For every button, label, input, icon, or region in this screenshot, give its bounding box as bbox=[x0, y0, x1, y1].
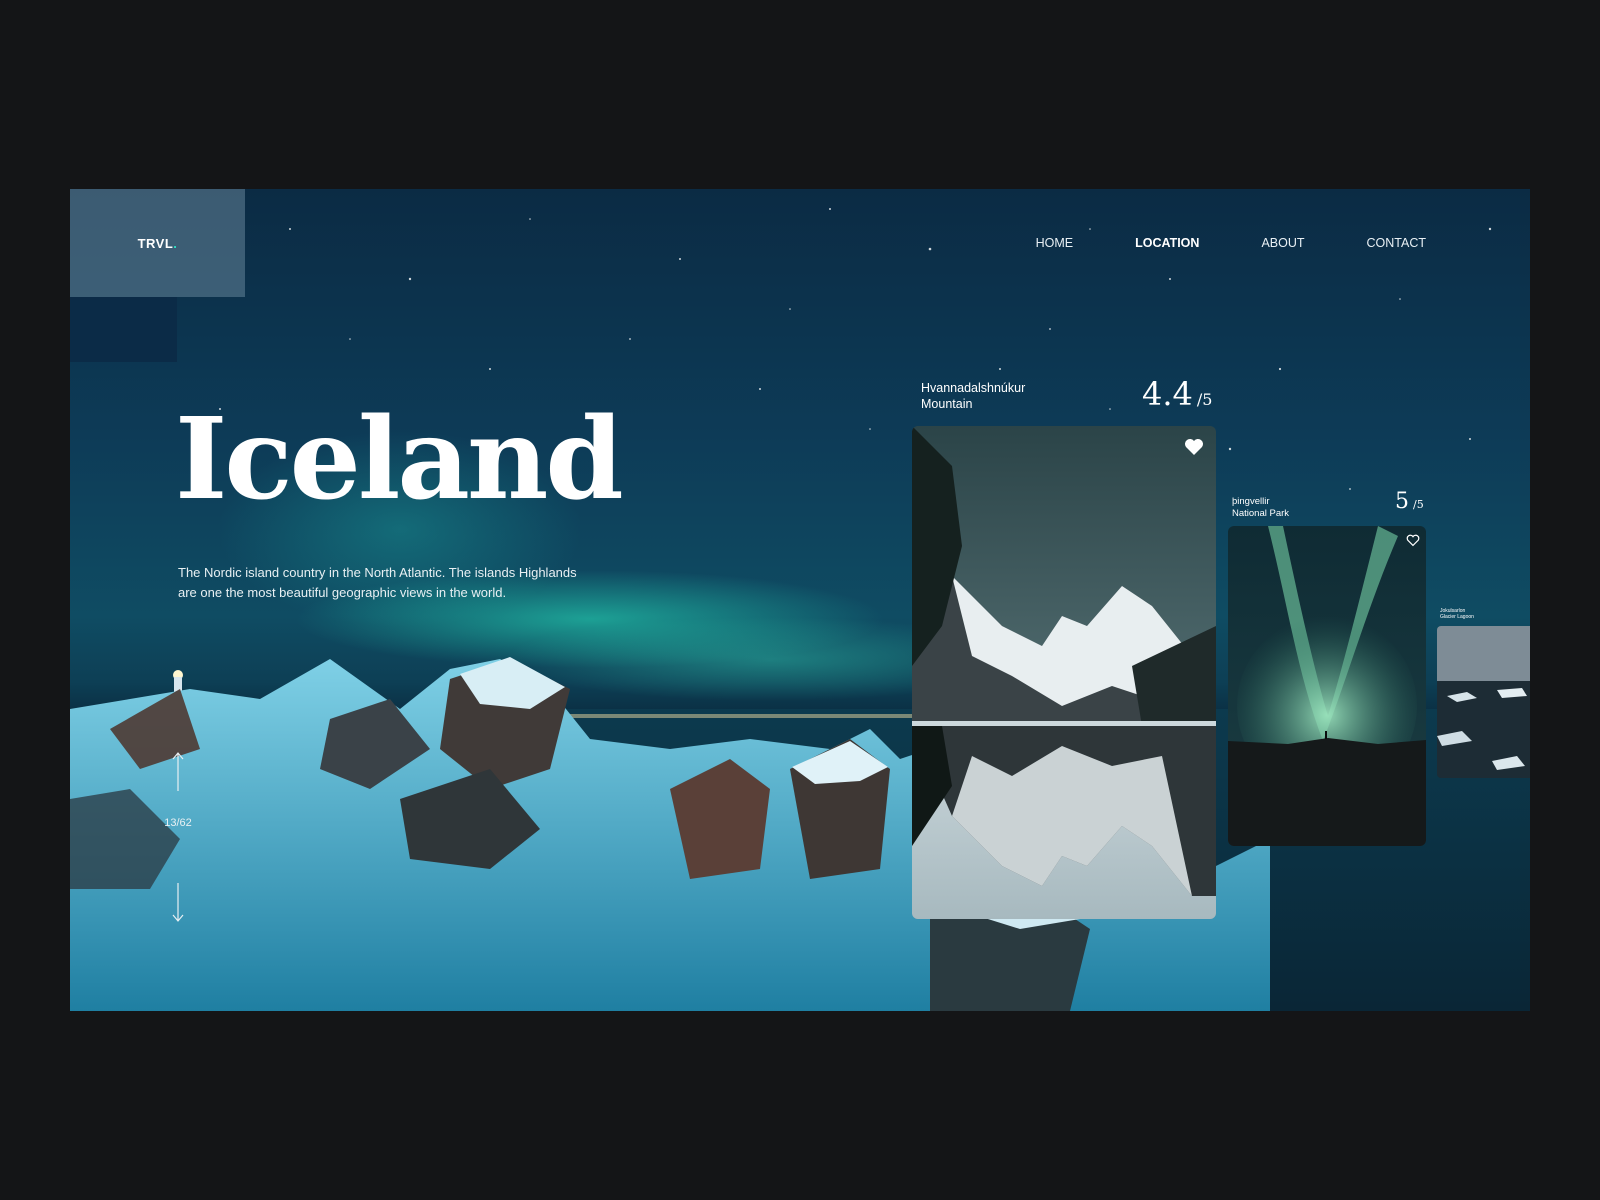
card-title-line2: Mountain bbox=[921, 396, 973, 411]
slide-counter: 13/62 bbox=[164, 817, 192, 829]
brand-logo-text: TRVL bbox=[137, 235, 174, 251]
heart-icon[interactable] bbox=[1406, 534, 1420, 547]
nav-item-home[interactable]: HOME bbox=[1036, 236, 1074, 250]
card-title: Hvannadalshnúkur Mountain bbox=[921, 381, 1025, 412]
mountain-lake-illustration bbox=[912, 426, 1216, 919]
arrow-down-icon[interactable] bbox=[158, 879, 198, 925]
brand-logo-dot: . bbox=[173, 235, 178, 251]
card-title: þingvellir National Park bbox=[1232, 496, 1289, 520]
aurora-illustration bbox=[1228, 526, 1426, 846]
slide-pager: 13/62 bbox=[158, 749, 198, 929]
card-title-line2: National Park bbox=[1232, 507, 1290, 519]
card-rating: 4.4/5 bbox=[1142, 375, 1212, 413]
glacier-lagoon-illustration bbox=[1437, 626, 1530, 778]
card-rating-value: 5 bbox=[1395, 489, 1409, 514]
nav-item-location[interactable]: LOCATION bbox=[1135, 236, 1199, 250]
hero-frame: TRVL. HOME LOCATION ABOUT CONTACT Icelan… bbox=[70, 189, 1530, 1011]
nav-item-contact[interactable]: CONTACT bbox=[1367, 236, 1427, 250]
heart-icon[interactable] bbox=[1184, 438, 1204, 456]
card-rating-value: 4.4 bbox=[1142, 375, 1193, 413]
card-image-aurora[interactable] bbox=[1228, 526, 1426, 846]
card-title-line1: þingvellir bbox=[1232, 496, 1270, 507]
card-rating-max: /5 bbox=[1196, 390, 1213, 409]
hero-description: The Nordic island country in the North A… bbox=[178, 565, 577, 600]
card-image-lagoon[interactable] bbox=[1437, 626, 1530, 778]
arrow-up-icon[interactable] bbox=[158, 749, 198, 795]
card-rating-max: /5 bbox=[1413, 498, 1424, 511]
logo-accent-block bbox=[70, 297, 177, 362]
card-image-mountain[interactable] bbox=[912, 426, 1216, 919]
hero-title: Iceland bbox=[175, 394, 624, 525]
card-title: Jokulsarlon Glacier Lagoon bbox=[1440, 608, 1474, 621]
card-title-line2: Glacier Lagoon bbox=[1440, 614, 1474, 621]
main-nav: HOME LOCATION ABOUT CONTACT bbox=[974, 236, 1426, 250]
brand-logo[interactable]: TRVL. bbox=[70, 189, 245, 297]
card-title-line1: Hvannadalshnúkur bbox=[921, 381, 1026, 395]
nav-item-about[interactable]: ABOUT bbox=[1261, 236, 1304, 250]
card-rating: 5/5 bbox=[1395, 489, 1424, 514]
